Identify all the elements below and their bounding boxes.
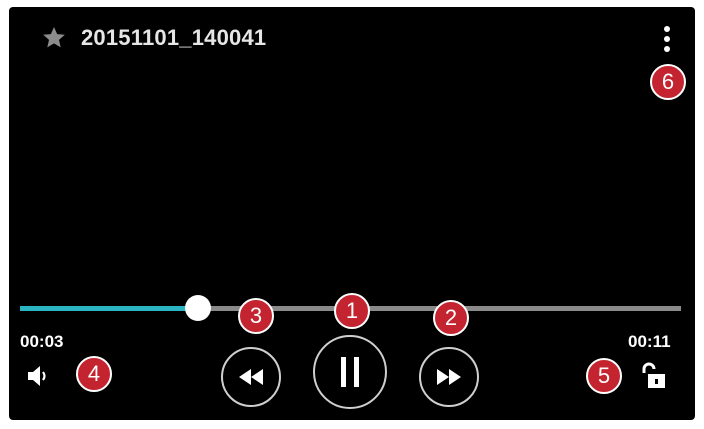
pause-icon [341,357,359,387]
callout-badge-2: 2 [433,300,469,336]
more-vertical-icon[interactable] [659,25,675,53]
star-icon[interactable] [41,25,67,51]
video-player-screen: 20151101_140041 6 3 1 2 00:03 00:11 4 5 [9,7,695,420]
fast-forward-icon [437,369,461,385]
current-time: 00:03 [20,332,64,351]
callout-badge-1: 1 [334,293,370,329]
video-title: 20151101_140041 [81,25,267,50]
callout-badge-3: 3 [238,298,274,334]
progress-thumb[interactable] [185,295,212,321]
unlock-icon[interactable] [639,361,667,391]
total-time: 00:11 [628,332,671,351]
volume-icon[interactable] [25,363,53,389]
fast-forward-button[interactable] [419,347,479,407]
rewind-icon [239,369,263,385]
rewind-button[interactable] [221,347,281,407]
progress-fill [20,306,199,311]
pause-button[interactable] [313,335,387,409]
callout-badge-4: 4 [76,356,112,392]
callout-badge-6: 6 [650,64,686,100]
callout-badge-5: 5 [586,358,622,394]
